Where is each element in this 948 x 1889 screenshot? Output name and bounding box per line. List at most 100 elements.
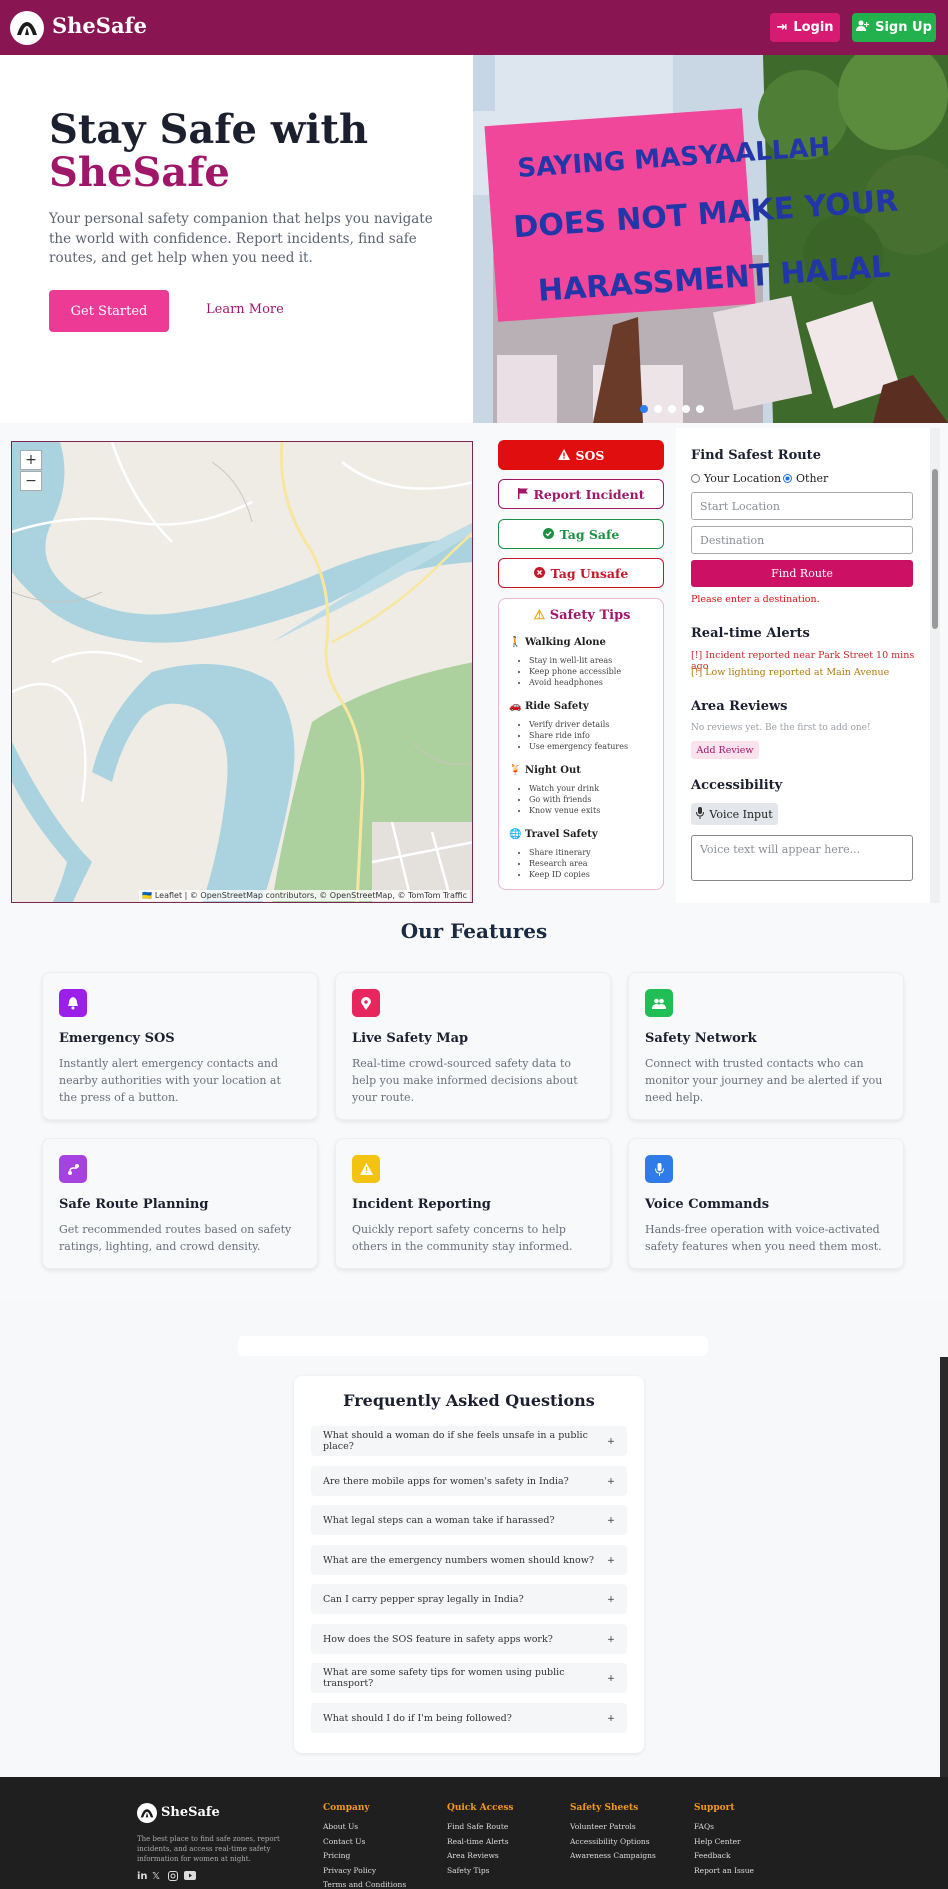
faq-question: What should a woman do if she feels unsa… bbox=[323, 1430, 588, 1452]
plus-icon[interactable]: + bbox=[607, 1476, 615, 1487]
tip-list: Stay in well-lit areas Keep phone access… bbox=[521, 655, 621, 688]
safety-map[interactable]: + − 🇺🇦 Leaflet | © OpenStreetMap contrib… bbox=[11, 441, 473, 903]
footer-logo-icon[interactable] bbox=[137, 1803, 157, 1823]
footer-link[interactable]: Accessibility Options bbox=[570, 1837, 650, 1846]
tag-safe-button[interactable]: Tag Safe bbox=[498, 519, 664, 549]
signup-button[interactable]: Sign Up bbox=[852, 13, 936, 42]
zoom-out-button[interactable]: − bbox=[20, 471, 42, 491]
carousel-dot[interactable] bbox=[668, 405, 676, 413]
plus-icon[interactable]: + bbox=[607, 1594, 615, 1605]
route-title: Find Safest Route bbox=[691, 448, 821, 463]
footer-link[interactable]: Find Safe Route bbox=[447, 1822, 508, 1831]
footer-link[interactable]: Safety Tips bbox=[447, 1866, 490, 1875]
warning-icon: ⚠ bbox=[533, 608, 546, 623]
footer-link[interactable]: Pricing bbox=[323, 1851, 350, 1860]
tag-unsafe-button[interactable]: Tag Unsafe bbox=[498, 558, 664, 588]
footer-link[interactable]: Report an Issue bbox=[694, 1866, 754, 1875]
tip-item: Watch your drink bbox=[529, 783, 600, 794]
faq-title: Frequently Asked Questions bbox=[343, 1391, 595, 1410]
youtube-icon[interactable] bbox=[184, 1871, 196, 1883]
zoom-in-button[interactable]: + bbox=[20, 450, 42, 470]
plus-icon[interactable]: + bbox=[607, 1634, 615, 1645]
carousel-dot[interactable] bbox=[682, 405, 690, 413]
destination-input[interactable]: Destination bbox=[691, 526, 913, 554]
microphone-icon bbox=[645, 1155, 673, 1183]
report-incident-button[interactable]: Report Incident bbox=[498, 479, 664, 509]
footer-link[interactable]: Privacy Policy bbox=[323, 1866, 376, 1875]
instagram-icon[interactable] bbox=[168, 1871, 178, 1884]
feature-description: Get recommended routes based on safety r… bbox=[59, 1223, 292, 1253]
find-route-button[interactable]: Find Route bbox=[691, 560, 913, 587]
footer-link[interactable]: Awareness Campaigns bbox=[570, 1851, 656, 1860]
hero-title: Stay Safe with bbox=[49, 106, 369, 153]
feature-description: Instantly alert emergency contacts and n… bbox=[59, 1057, 281, 1104]
faq-question: Are there mobile apps for women's safety… bbox=[323, 1475, 569, 1487]
faq-item[interactable]: What are the emergency numbers women sho… bbox=[311, 1545, 627, 1575]
get-started-button[interactable]: Get Started bbox=[49, 290, 169, 332]
report-label: Report Incident bbox=[533, 486, 645, 502]
feature-description: Hands-free operation with voice-activate… bbox=[645, 1223, 882, 1253]
footer-link[interactable]: Contact Us bbox=[323, 1837, 365, 1846]
add-review-button[interactable]: Add Review bbox=[691, 741, 759, 759]
x-icon[interactable]: 𝕏 bbox=[152, 1871, 160, 1882]
footer-link[interactable]: FAQs bbox=[694, 1822, 714, 1831]
tag-unsafe-label: Tag Unsafe bbox=[550, 565, 629, 581]
faq-item[interactable]: How does the SOS feature in safety apps … bbox=[311, 1624, 627, 1654]
plus-icon[interactable]: + bbox=[607, 1555, 615, 1566]
tip-section-title: 🌐 Travel Safety bbox=[509, 829, 598, 840]
tip-list: Share itinerary Research area Keep ID co… bbox=[521, 847, 591, 880]
map-attribution[interactable]: 🇺🇦 Leaflet | © OpenStreetMap contributor… bbox=[139, 890, 470, 901]
faq-item[interactable]: What should a woman do if she feels unsa… bbox=[311, 1426, 627, 1456]
tip-list: Verify driver details Share ride info Us… bbox=[521, 719, 628, 752]
learn-more-link[interactable]: Learn More bbox=[206, 302, 284, 317]
footer-link[interactable]: Real-time Alerts bbox=[447, 1837, 509, 1846]
carousel-dot[interactable] bbox=[696, 405, 704, 413]
faq-item[interactable]: What should I do if I'm being followed? + bbox=[311, 1703, 627, 1733]
check-circle-icon bbox=[542, 527, 554, 542]
footer-brand[interactable]: SheSafe bbox=[161, 1805, 220, 1820]
sos-button[interactable]: SOS bbox=[498, 440, 664, 470]
radio-other[interactable]: Other bbox=[783, 472, 828, 485]
footer-link[interactable]: Help Center bbox=[694, 1837, 741, 1846]
login-label: Login bbox=[793, 20, 834, 35]
carousel-dot[interactable] bbox=[640, 405, 648, 413]
tip-item: Share itinerary bbox=[529, 847, 591, 858]
map-pin-icon bbox=[352, 989, 380, 1017]
radio-button[interactable] bbox=[691, 474, 700, 483]
faq-item[interactable]: What are some safety tips for women usin… bbox=[311, 1663, 627, 1693]
flag-icon bbox=[517, 487, 528, 502]
plus-icon[interactable]: + bbox=[607, 1713, 615, 1724]
carousel-dot[interactable] bbox=[654, 405, 662, 413]
radio-button-selected[interactable] bbox=[783, 474, 792, 483]
plus-icon[interactable]: + bbox=[607, 1673, 615, 1684]
faq-item[interactable]: Are there mobile apps for women's safety… bbox=[311, 1466, 627, 1496]
voice-text-area[interactable]: Voice text will appear here... bbox=[691, 835, 913, 881]
tip-item: Keep ID copies bbox=[529, 869, 591, 880]
footer-link[interactable]: Area Reviews bbox=[447, 1851, 499, 1860]
footer-link[interactable]: Feedback bbox=[694, 1851, 731, 1860]
voice-input-button[interactable]: Voice Input bbox=[691, 803, 778, 825]
logo-icon[interactable] bbox=[10, 11, 44, 45]
feature-title: Voice Commands bbox=[645, 1197, 770, 1212]
linkedin-icon[interactable]: in bbox=[137, 1871, 148, 1882]
radio-your-location[interactable]: Your Location bbox=[691, 472, 781, 485]
globe-icon: 🌐 bbox=[509, 829, 522, 840]
footer-link[interactable]: About Us bbox=[323, 1822, 358, 1831]
plus-icon[interactable]: + bbox=[607, 1436, 615, 1447]
panel-scrollbar-thumb[interactable] bbox=[932, 469, 938, 629]
faq-item[interactable]: What legal steps can a woman take if har… bbox=[311, 1505, 627, 1535]
feature-title: Safety Network bbox=[645, 1031, 757, 1046]
faq-item[interactable]: Can I carry pepper spray legally in Indi… bbox=[311, 1584, 627, 1614]
login-button[interactable]: ⇥ Login bbox=[770, 13, 840, 42]
tip-item: Avoid headphones bbox=[529, 677, 621, 688]
tag-safe-label: Tag Safe bbox=[559, 526, 620, 542]
safety-tips-card: ⚠ Safety Tips 🚶 Walking Alone Stay in we… bbox=[498, 598, 664, 890]
route-panel: Find Safest Route Your Location Other St… bbox=[676, 428, 932, 903]
plus-icon[interactable]: + bbox=[607, 1515, 615, 1526]
login-icon: ⇥ bbox=[776, 20, 788, 35]
footer-link[interactable]: Volunteer Patrols bbox=[570, 1822, 636, 1831]
start-location-input[interactable]: Start Location bbox=[691, 492, 913, 520]
brand-name[interactable]: SheSafe bbox=[52, 13, 147, 38]
carousel-dots bbox=[640, 405, 704, 413]
footer-link[interactable]: Terms and Conditions bbox=[323, 1880, 406, 1889]
